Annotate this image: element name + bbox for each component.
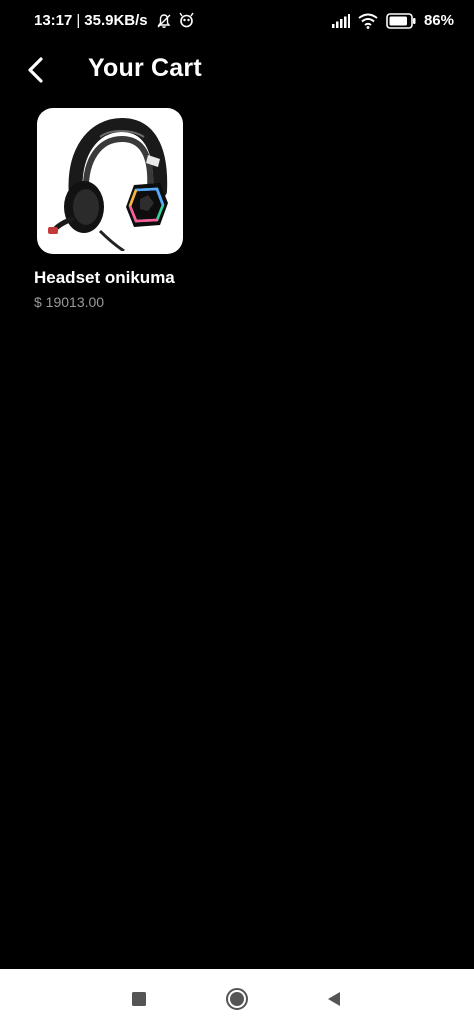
status-right: 86% [331, 12, 454, 29]
home-button[interactable] [225, 987, 249, 1011]
system-nav-bar [0, 969, 474, 1027]
app-notification-icon [178, 12, 195, 29]
chevron-left-icon [26, 56, 46, 84]
item-price: $ 19013.00 [34, 294, 105, 310]
home-icon [225, 987, 249, 1011]
status-separator: | [76, 12, 81, 29]
recent-apps-button[interactable] [127, 987, 151, 1011]
battery-percent: 86% [423, 12, 454, 29]
back-nav-button[interactable] [322, 987, 346, 1011]
headset-icon [48, 117, 168, 251]
back-triangle-icon [326, 991, 342, 1007]
network-speed: 35.9KB/s [84, 12, 148, 29]
back-button[interactable] [20, 54, 52, 86]
wifi-icon [358, 13, 378, 29]
cart-item[interactable]: Headset onikuma $ 19013.00 [34, 108, 194, 310]
item-name: Headset onikuma [34, 268, 175, 287]
recent-apps-icon [131, 991, 147, 1007]
header: Your Cart [0, 48, 474, 92]
signal-icon [331, 13, 350, 28]
page-title: Your Cart [88, 54, 202, 82]
battery-icon [386, 12, 416, 29]
status-left: 13:17 | 35.9KB/s [34, 12, 195, 29]
muted-bell-icon [156, 13, 172, 29]
headset-image[interactable] [37, 108, 183, 254]
status-time: 13:17 [34, 12, 73, 29]
status-bar: 13:17 | 35.9KB/s 86% [0, 0, 474, 42]
